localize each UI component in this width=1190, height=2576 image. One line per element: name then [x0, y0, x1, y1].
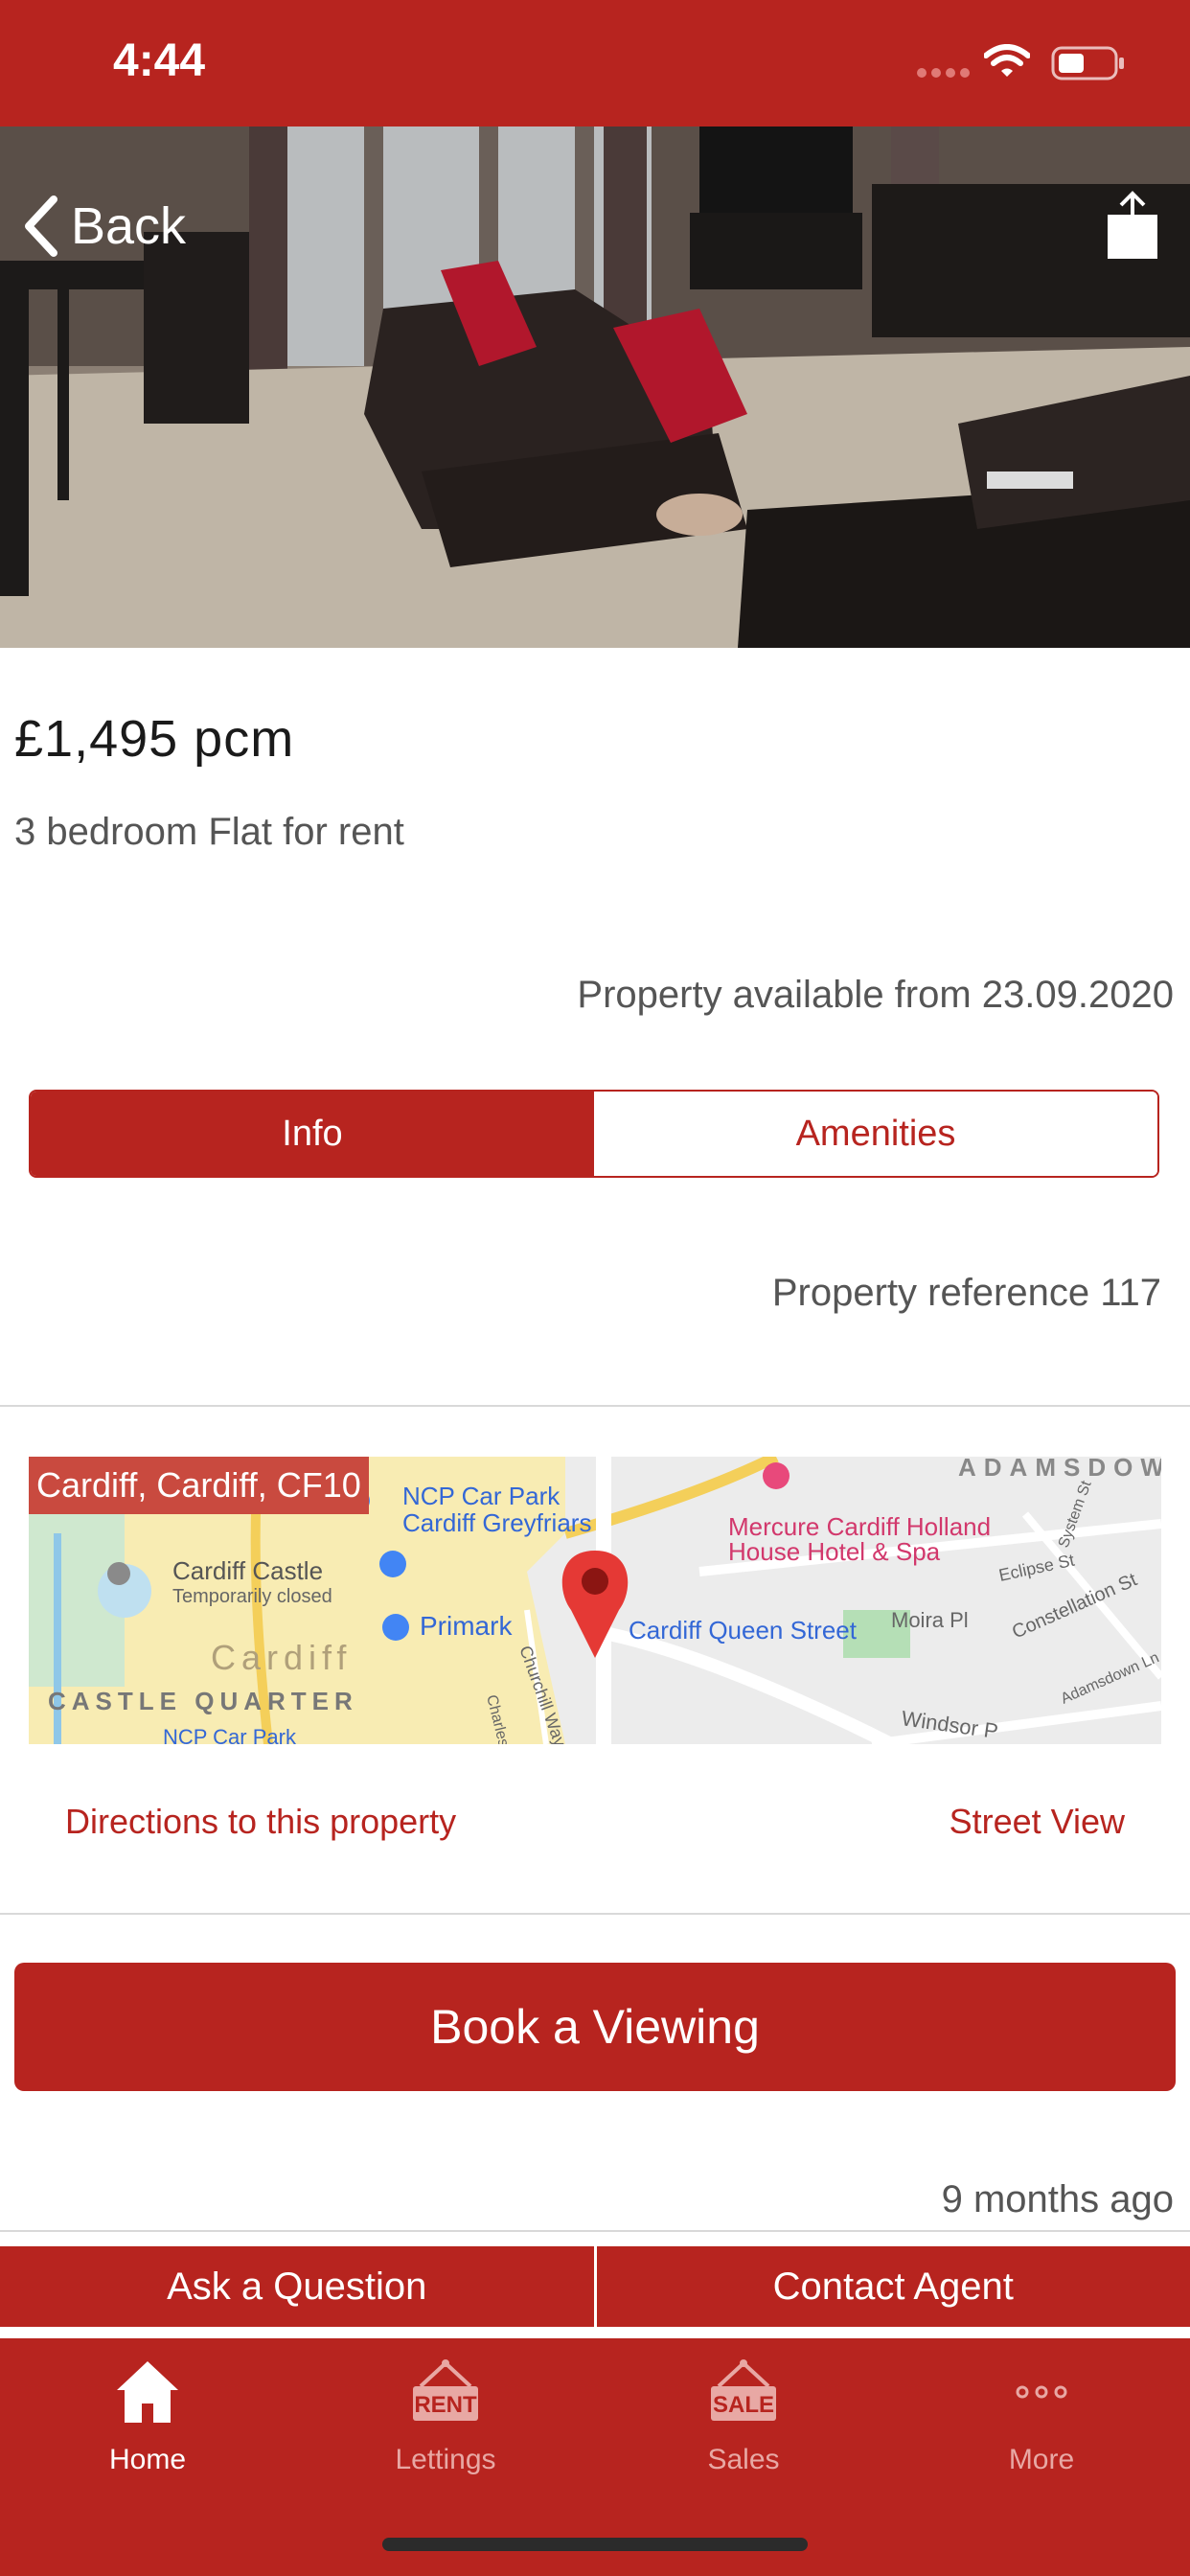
wifi-icon — [984, 44, 1030, 77]
nav-home[interactable]: Home — [52, 2348, 243, 2492]
map-place-castle: Cardiff Castle — [172, 1556, 323, 1585]
rent-sign-icon: RENT — [413, 2359, 478, 2421]
divider — [0, 2230, 1190, 2232]
divider — [0, 1405, 1190, 1407]
sale-sign-text: SALE — [713, 2392, 774, 2418]
nav-sales[interactable]: SALE Sales — [648, 2348, 839, 2492]
divider — [0, 1913, 1190, 1915]
battery-icon — [1051, 46, 1124, 80]
nav-lettings-label: Lettings — [395, 2444, 496, 2475]
ask-question-button[interactable]: Ask a Question — [0, 2246, 594, 2327]
home-icon — [117, 2361, 178, 2423]
posted-time: 9 months ago — [941, 2178, 1174, 2220]
map-place-primark: Primark — [420, 1611, 513, 1641]
property-type: 3 bedroom Flat for rent — [14, 811, 404, 853]
more-dots-icon — [1016, 2385, 1067, 2399]
map-address-label: Cardiff, Cardiff, CF10 — [29, 1457, 369, 1514]
tab-info[interactable]: Info — [31, 1092, 594, 1176]
book-viewing-button[interactable]: Book a Viewing — [14, 1963, 1176, 2091]
map-place-mercure2: House Hotel & Spa — [728, 1537, 941, 1566]
map-area-adamsdown: ADAMSDOW — [958, 1457, 1161, 1482]
share-icon[interactable] — [1102, 188, 1163, 264]
map-place-ncp: NCP Car Park — [402, 1482, 561, 1510]
nav-more[interactable]: More — [946, 2348, 1137, 2492]
sale-sign-icon: SALE — [711, 2359, 776, 2421]
property-price: £1,495 pcm — [14, 710, 295, 768]
map-area-cardiff: Cardiff — [211, 1638, 352, 1677]
status-time: 4:44 — [113, 35, 206, 86]
property-reference: Property reference 117 — [771, 1272, 1161, 1314]
nav-home-label: Home — [108, 2444, 187, 2475]
availability-date: Property available from 23.09.2020 — [577, 974, 1174, 1016]
map-place-ncp2: Cardiff Greyfriars — [402, 1508, 591, 1537]
home-indicator — [382, 2538, 808, 2551]
back-label: Back — [71, 197, 187, 255]
map-place-station: Cardiff Queen Street — [629, 1616, 858, 1644]
map-area-castle-quarter: CASTLE QUARTER — [48, 1687, 358, 1715]
cellular-signal-icon — [917, 68, 970, 78]
contact-agent-button[interactable]: Contact Agent — [596, 2246, 1190, 2327]
back-button[interactable]: Back — [21, 188, 186, 264]
nav-more-label: More — [1008, 2444, 1075, 2475]
nav-sales-label: Sales — [707, 2444, 780, 2475]
info-tabs: Info Amenities — [29, 1090, 1159, 1178]
street-view-link[interactable]: Street View — [950, 1802, 1125, 1842]
rent-sign-text: RENT — [414, 2392, 477, 2418]
map-place-ncp-bottom: NCP Car Park — [163, 1725, 297, 1744]
nav-lettings[interactable]: RENT Lettings — [350, 2348, 541, 2492]
contact-actions: Ask a Question Contact Agent — [0, 2246, 1190, 2327]
tab-amenities[interactable]: Amenities — [594, 1092, 1157, 1176]
map-street-moira: Moira Pl — [891, 1608, 969, 1632]
chevron-left-icon — [25, 196, 57, 257]
directions-link[interactable]: Directions to this property — [65, 1802, 456, 1842]
map-place-castle-note: Temporarily closed — [172, 1586, 332, 1607]
